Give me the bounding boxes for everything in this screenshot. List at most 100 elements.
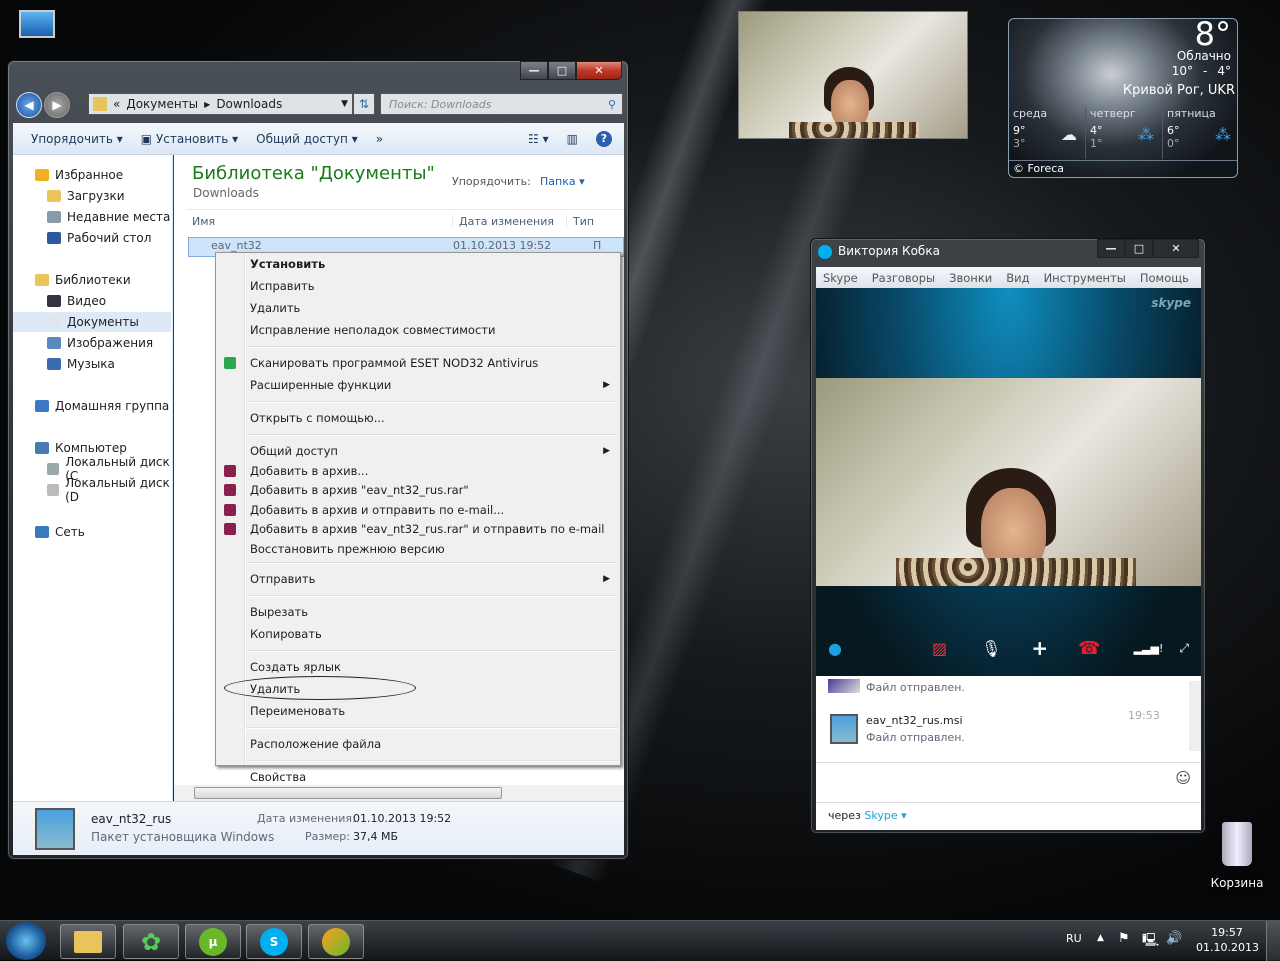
nav-item[interactable]: Домашняя группа: [13, 396, 171, 416]
search-input[interactable]: Поиск: Downloads ⚲: [380, 93, 623, 115]
column-date[interactable]: Дата изменения: [452, 215, 554, 228]
arrange-dropdown[interactable]: Папка ▾: [540, 175, 585, 188]
via-dropdown[interactable]: Skype ▾: [864, 809, 906, 822]
minimize-button[interactable]: —: [520, 61, 548, 80]
computer-desktop-icon[interactable]: [14, 10, 60, 52]
show-hidden-icons[interactable]: ▲: [1097, 933, 1104, 943]
more-button[interactable]: »: [376, 132, 383, 146]
menu-item[interactable]: Переименовать: [250, 702, 610, 720]
weather-gadget[interactable]: 8° Облачно 10° - 4° Кривой Рог, UKR сред…: [1008, 18, 1238, 178]
start-button[interactable]: [6, 922, 46, 960]
menu-item[interactable]: Копировать: [250, 625, 610, 643]
video-off-icon[interactable]: ▨: [932, 639, 947, 658]
nav-item[interactable]: Избранное: [13, 165, 171, 185]
nav-item[interactable]: Загрузки: [13, 186, 171, 206]
menu-item[interactable]: Свойства: [250, 768, 610, 786]
breadcrumb-downloads[interactable]: Downloads: [216, 97, 282, 111]
share-button[interactable]: Общий доступ ▾: [256, 132, 358, 146]
menu-item[interactable]: Добавить в архив "eav_nt32_rus.rar": [224, 481, 610, 499]
foreca-credit[interactable]: © Foreca: [1013, 162, 1064, 175]
skype-window: Виктория Кобка — □ ✕ Skype Разговоры Звонк…: [810, 238, 1206, 834]
skype-minimize-button[interactable]: —: [1097, 239, 1125, 258]
menu-item[interactable]: Отправить ▶: [250, 570, 610, 588]
nav-item[interactable]: Документы: [13, 312, 171, 332]
volume-icon[interactable]: 🔊: [1166, 931, 1182, 946]
menu-item[interactable]: Расширенные функции ▶: [250, 376, 610, 394]
menu-item[interactable]: Расположение файла: [250, 735, 610, 753]
maximize-button[interactable]: □: [548, 61, 576, 80]
emoticon-icon[interactable]: ☺: [1175, 769, 1191, 787]
nav-item[interactable]: Библиотеки: [13, 270, 171, 290]
horizontal-scrollbar[interactable]: [174, 785, 624, 801]
chat-status: Файл отправлен.: [866, 731, 965, 744]
view-options-icon[interactable]: ☷ ▾: [528, 132, 549, 146]
skype-menu-item[interactable]: Помощь: [1140, 271, 1189, 285]
chat-scrollbar[interactable]: [1189, 681, 1201, 751]
column-type[interactable]: Тип: [566, 215, 594, 228]
clock[interactable]: 19:57 01.10.2013: [1196, 926, 1259, 954]
nav-item[interactable]: Изображения: [13, 333, 171, 353]
nav-item[interactable]: Музыка: [13, 354, 171, 374]
skype-menu-item[interactable]: Инструменты: [1044, 271, 1126, 285]
skype-close-button[interactable]: ✕: [1153, 239, 1199, 258]
skype-maximize-button[interactable]: □: [1125, 239, 1153, 258]
hang-up-icon[interactable]: ☎: [1078, 638, 1100, 659]
nav-item[interactable]: Локальный диск (D: [13, 476, 171, 504]
menu-item[interactable]: Установить: [250, 255, 610, 273]
back-button[interactable]: ◀: [16, 92, 42, 118]
chat-toggle-icon[interactable]: ●: [828, 639, 842, 658]
menu-item[interactable]: Создать ярлык: [250, 658, 610, 676]
microphone-icon[interactable]: 🎙: [981, 639, 1001, 658]
menu-item[interactable]: Открыть с помощью...: [250, 409, 610, 427]
menu-item[interactable]: Добавить в архив и отправить по e-mail..…: [224, 501, 610, 519]
menu-item[interactable]: Восстановить прежнюю версию: [250, 540, 610, 558]
skype-menu-item[interactable]: Skype: [823, 271, 858, 285]
nav-item[interactable]: Сеть: [13, 522, 171, 542]
chat-file-name[interactable]: eav_nt32_rus.msi: [866, 714, 963, 727]
close-button[interactable]: ✕: [576, 61, 622, 80]
address-dropdown-icon[interactable]: ▼: [341, 99, 348, 109]
taskbar-icq[interactable]: ✿: [123, 924, 179, 959]
taskbar-explorer[interactable]: [60, 924, 116, 959]
refresh-button[interactable]: ⇅: [353, 93, 375, 115]
webcam-preview[interactable]: [738, 11, 968, 139]
skype-menu-item[interactable]: Разговоры: [872, 271, 935, 285]
nav-item[interactable]: Рабочий стол: [13, 228, 171, 248]
language-indicator[interactable]: RU: [1066, 932, 1082, 945]
taskbar-eset[interactable]: [308, 924, 364, 959]
action-center-icon[interactable]: ⚑: [1118, 931, 1130, 946]
skype-menu-item[interactable]: Вид: [1006, 271, 1029, 285]
breadcrumb-documents[interactable]: Документы: [126, 97, 198, 111]
message-input[interactable]: ☺: [816, 762, 1201, 802]
taskbar-utorrent[interactable]: µ: [185, 924, 241, 959]
menu-item[interactable]: Сканировать программой ESET NOD32 Antivi…: [224, 354, 610, 372]
forward-button[interactable]: ▶: [44, 92, 70, 118]
column-name[interactable]: Имя: [192, 215, 215, 228]
recycle-bin-icon[interactable]: Корзина: [1205, 822, 1269, 890]
breadcrumb-overflow[interactable]: «: [113, 97, 120, 111]
show-desktop-button[interactable]: [1266, 921, 1280, 961]
help-icon[interactable]: ?: [596, 130, 612, 147]
menu-item[interactable]: Исправление неполадок совместимости: [250, 321, 610, 339]
menu-item[interactable]: Удалить: [224, 676, 610, 700]
install-button[interactable]: ▣ Установить ▾: [141, 132, 238, 146]
menu-item[interactable]: Добавить в архив "eav_nt32_rus.rar" и от…: [224, 520, 610, 538]
menu-item[interactable]: Общий доступ ▶: [250, 442, 610, 460]
network-icon[interactable]: 🖳: [1142, 931, 1159, 953]
menu-item[interactable]: Добавить в архив...: [224, 462, 610, 480]
organize-button[interactable]: Упорядочить ▾: [31, 132, 123, 146]
menu-item-label: Свойства: [250, 770, 307, 784]
taskbar-skype[interactable]: S: [246, 924, 302, 959]
fullscreen-icon[interactable]: ⤢: [1179, 641, 1189, 656]
skype-menu-item[interactable]: Звонки: [949, 271, 992, 285]
nav-item[interactable]: Недавние места: [13, 207, 171, 227]
menu-item[interactable]: Удалить: [250, 299, 610, 317]
scrollbar-thumb[interactable]: [194, 787, 502, 799]
menu-item[interactable]: Исправить: [250, 277, 610, 295]
menu-item[interactable]: Вырезать: [250, 603, 610, 621]
address-bar[interactable]: « Документы ▶ Downloads ▼: [88, 93, 353, 115]
add-icon[interactable]: +: [1031, 636, 1048, 660]
preview-pane-icon[interactable]: ▥: [567, 132, 578, 146]
nav-item[interactable]: Видео: [13, 291, 171, 311]
rain-icon: ⁂: [1215, 125, 1231, 144]
